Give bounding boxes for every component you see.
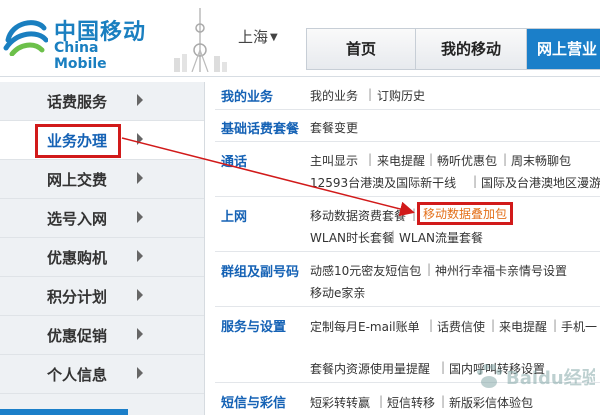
category-sms-mms: 短信与彩信 [221,396,287,411]
link-listen-package[interactable]: 畅听优惠包 [437,152,497,169]
main-nav: 首页 我的移动 网上营业 [306,28,600,70]
separator: | [368,87,373,101]
tab-my-mobile[interactable]: 我的移动 [416,29,527,69]
watermark-text: Baidu经验 [506,367,595,389]
link-sms-transfer[interactable]: 短信转移 [387,394,435,411]
row-divider [215,306,600,307]
separator: | [503,152,508,166]
link-mobile-e-family[interactable]: 移动e家亲 [310,284,365,301]
separator: | [391,229,396,243]
sidebar-item-points-plan[interactable]: 积分计划 [0,277,204,316]
separator: | [553,318,558,332]
oriental-pearl-tower-icon [174,8,227,72]
link-12593-international[interactable]: 12593台港澳及国际新干线 [310,174,456,191]
separator: | [441,394,446,408]
link-wlan-time-plan[interactable]: WLAN时长套餐 [310,229,394,246]
link-weekend-package[interactable]: 周末畅聊包 [511,152,571,169]
sidebar-item-personal-info[interactable]: 个人信息 [0,355,204,394]
sidebar-item-label: 话费服务 [47,93,108,111]
link-mobile-data-addon[interactable]: 移动数据叠加包 [417,202,514,225]
link-family-number-setting[interactable]: 神州行幸福卡亲情号设置 [435,262,567,279]
baidu-watermark: Baidu经验 [470,358,600,394]
site-header: 中国移动 China Mobile 上海 ▼ 首页 我的移动 网上营业 [0,0,600,77]
chevron-right-icon [137,211,143,223]
category-service-settings: 服务与设置 [221,320,287,335]
separator: | [412,207,417,221]
chevron-right-icon [137,172,143,184]
separator: | [491,318,496,332]
link-phone-more[interactable]: 手机一 [561,318,597,335]
separator: | [429,318,434,332]
city-selector[interactable]: 上海 ▼ [238,26,278,47]
baidu-paw-icon: Baidu经验 [477,364,600,389]
category-calling: 通话 [221,155,248,170]
china-mobile-logo-icon [3,20,48,56]
sidebar-item-bill-service[interactable]: 话费服务 [0,82,204,121]
chevron-right-icon [137,328,143,340]
chevron-right-icon [137,94,143,106]
sidebar-item-online-payment[interactable]: 网上交费 [0,160,204,199]
row-divider [215,251,600,252]
link-international-roaming[interactable]: 国际及台港澳地区漫游 [481,174,600,191]
row-divider [215,109,600,110]
separator: | [473,174,478,188]
logo-text-en: China Mobile [54,40,107,72]
tab-online-service[interactable]: 网上营业 [527,29,600,69]
sidebar-item-label: 个人信息 [47,366,108,384]
link-mobile-data-plan[interactable]: 移动数据资费套餐 [310,207,406,224]
link-mms-trial[interactable]: 新版彩信体验包 [449,394,533,411]
sidebar-item-label: 选号入网 [47,210,108,228]
separator: | [429,152,434,166]
category-internet: 上网 [221,210,248,225]
separator: | [441,360,446,374]
link-usage-reminder[interactable]: 套餐内资源使用量提醒 [310,360,430,377]
sidebar-item-label: 积分计划 [47,288,108,306]
chevron-right-icon [137,250,143,262]
sidebar-item-label: 优惠购机 [47,249,108,267]
link-bill-messenger[interactable]: 话费信使 [437,318,485,335]
link-order-history[interactable]: 订购历史 [377,87,425,104]
link-wlan-traffic-plan[interactable]: WLAN流量套餐 [399,229,483,246]
separator: | [379,394,384,408]
link-call-alert[interactable]: 来电提醒 [499,318,547,335]
separator: | [427,262,432,276]
category-my-business: 我的业务 [221,90,274,105]
sidebar-item-promotions[interactable]: 优惠促销 [0,316,204,355]
link-my-business[interactable]: 我的业务 [310,87,358,104]
china-mobile-logo[interactable]: 中国移动 China Mobile [2,6,152,72]
separator: | [368,152,373,166]
link-email-bill[interactable]: 定制每月E-mail账单 [310,318,420,335]
annotation-highlight-box [35,124,121,158]
row-divider [215,141,600,142]
chevron-right-icon [137,367,143,379]
link-caller-id[interactable]: 主叫显示 [310,152,358,169]
sidebar-item-phone-deals[interactable]: 优惠购机 [0,238,204,277]
sidebar-item-number-selection[interactable]: 选号入网 [0,199,204,238]
row-divider [215,196,600,197]
category-group-secondary: 群组及副号码 [221,265,300,280]
link-call-reminder[interactable]: 来电提醒 [377,152,425,169]
chevron-right-icon [137,133,143,145]
tab-home[interactable]: 首页 [307,29,416,69]
caret-down-icon: ▼ [270,32,278,43]
sidebar-item-label: 网上交费 [47,171,108,189]
chevron-right-icon [137,289,143,301]
link-sms-turnwin[interactable]: 短彩转转赢 [310,394,370,411]
category-basic-plan: 基础话费套餐 [221,122,300,137]
sidebar-item-label: 优惠促销 [47,327,108,345]
city-name: 上海 [238,28,269,46]
link-plan-change[interactable]: 套餐变更 [310,119,358,136]
sidebar-bottom-bar [0,409,128,415]
link-friend-sms-package[interactable]: 动感10元密友短信包 [310,262,421,279]
